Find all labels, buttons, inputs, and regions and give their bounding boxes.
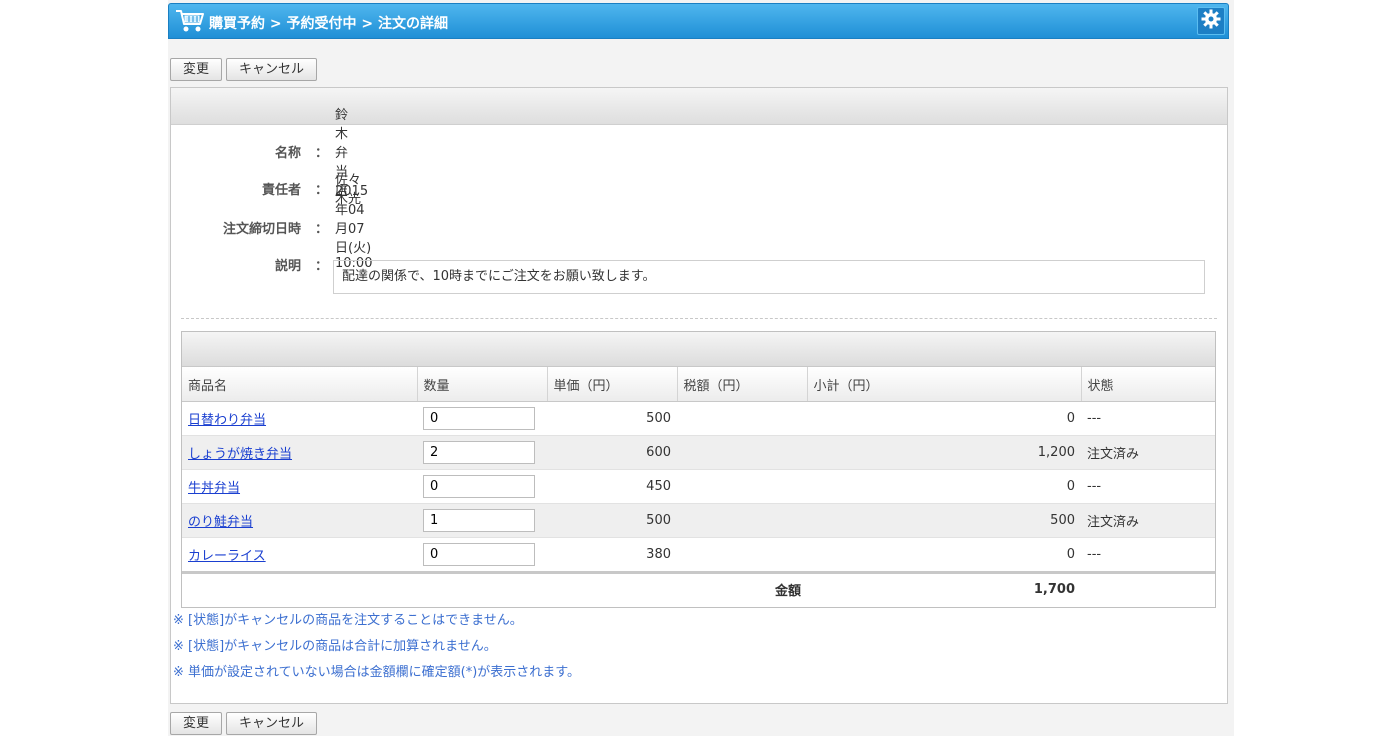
main-container: 購買予約 > 予約受付中 > 注文の詳細 変更 キャンセル 名称 ： 鈴木弁当店… (168, 0, 1234, 736)
tax-amount (677, 503, 807, 538)
unit-price: 380 (547, 537, 677, 573)
subtotal: 0 (807, 537, 1081, 573)
column-header-quantity[interactable]: 数量 (417, 367, 548, 402)
quantity-input[interactable] (423, 509, 535, 532)
breadcrumb: 購買予約 > 予約受付中 > 注文の詳細 (209, 16, 448, 32)
description-label: 説明 (274, 258, 301, 274)
status: --- (1081, 401, 1215, 436)
settings-button[interactable] (1197, 7, 1225, 35)
column-header-subtotal[interactable]: 小計（円） (807, 367, 1082, 402)
status: --- (1081, 537, 1215, 573)
total-value: 1,700 (807, 571, 1081, 604)
name-label: 名称 (274, 145, 301, 161)
subtotal: 0 (807, 401, 1081, 436)
tax-amount (677, 469, 807, 504)
product-link[interactable]: カレーライス (188, 549, 266, 564)
colon: ： (315, 182, 329, 198)
table-row: のり鮭弁当 500 500 注文済み (182, 503, 1215, 538)
product-link[interactable]: しょうが焼き弁当 (188, 447, 292, 462)
subtotal: 0 (807, 469, 1081, 504)
deadline-value: 2015年04月07日(火) 10:00 (335, 183, 373, 271)
deadline-label: 注文締切日時 (222, 221, 301, 237)
subtotal: 500 (807, 503, 1081, 538)
quantity-input[interactable] (423, 475, 535, 498)
colon: ： (315, 145, 329, 161)
notes: ※ [状態]がキャンセルの商品を注文することはできません。 ※ [状態]がキャン… (173, 608, 580, 686)
note-item: ※ [状態]がキャンセルの商品は合計に加算されません。 (173, 639, 497, 654)
column-header-tax[interactable]: 税額（円） (677, 367, 808, 402)
table-row: しょうが焼き弁当 600 1,200 注文済み (182, 435, 1215, 470)
tax-amount (677, 435, 807, 470)
quantity-input[interactable] (423, 543, 535, 566)
panel-header (171, 88, 1227, 125)
table-header-row: 商品名 数量 単価（円） 税額（円） 小計（円） 状態 (182, 367, 1215, 402)
product-table: 商品名 数量 単価（円） 税額（円） 小計（円） 状態 日替わり弁当 500 (182, 367, 1215, 604)
status: --- (1081, 469, 1215, 504)
colon: ： (315, 221, 329, 237)
quantity-input[interactable] (423, 407, 535, 430)
table-row: カレーライス 380 0 --- (182, 537, 1215, 573)
colon: ： (315, 258, 329, 274)
gear-icon (1201, 9, 1221, 33)
subtotal: 1,200 (807, 435, 1081, 470)
column-header-status[interactable]: 状態 (1081, 367, 1215, 402)
grid-header-bar (182, 332, 1215, 367)
unit-price: 500 (547, 503, 677, 538)
column-header-unit-price[interactable]: 単価（円） (547, 367, 678, 402)
total-row: 金額 1,700 (182, 571, 1215, 604)
product-link[interactable]: 牛丼弁当 (188, 481, 240, 496)
quantity-input[interactable] (423, 441, 535, 464)
description-value: 配達の関係で、10時までにご注文をお願い致します。 (333, 260, 1205, 294)
manager-label: 責任者 (261, 182, 301, 198)
unit-price: 500 (547, 401, 677, 436)
table-row: 日替わり弁当 500 0 --- (182, 401, 1215, 436)
column-header-product[interactable]: 商品名 (182, 367, 418, 402)
status: 注文済み (1081, 435, 1215, 470)
tax-amount (677, 537, 807, 573)
bottom-toolbar: 変更 キャンセル (170, 712, 321, 735)
cancel-button[interactable]: キャンセル (226, 58, 318, 81)
note-item: ※ [状態]がキャンセルの商品を注文することはできません。 (173, 613, 523, 628)
note-item: ※ 単価が設定されていない場合は金額欄に確定額(*)が表示されます。 (173, 665, 580, 680)
change-button[interactable]: 変更 (170, 58, 223, 81)
unit-price: 600 (547, 435, 677, 470)
total-label: 金額 (677, 571, 807, 604)
top-toolbar: 変更 キャンセル (170, 58, 321, 81)
change-button[interactable]: 変更 (170, 712, 223, 735)
product-link[interactable]: 日替わり弁当 (188, 413, 266, 428)
table-row: 牛丼弁当 450 0 --- (182, 469, 1215, 504)
order-detail-panel: 名称 ： 鈴木弁当店 責任者 ： 佐々木光 注文締切日時 ： 2015年04月0… (170, 87, 1228, 704)
divider (181, 318, 1217, 319)
tax-amount (677, 401, 807, 436)
product-grid: 商品名 数量 単価（円） 税額（円） 小計（円） 状態 日替わり弁当 500 (181, 331, 1216, 608)
title-bar: 購買予約 > 予約受付中 > 注文の詳細 (168, 3, 1229, 39)
product-link[interactable]: のり鮭弁当 (188, 515, 253, 530)
unit-price: 450 (547, 469, 677, 504)
status: 注文済み (1081, 503, 1215, 538)
shopping-cart-icon (175, 8, 205, 34)
cancel-button[interactable]: キャンセル (226, 712, 318, 735)
